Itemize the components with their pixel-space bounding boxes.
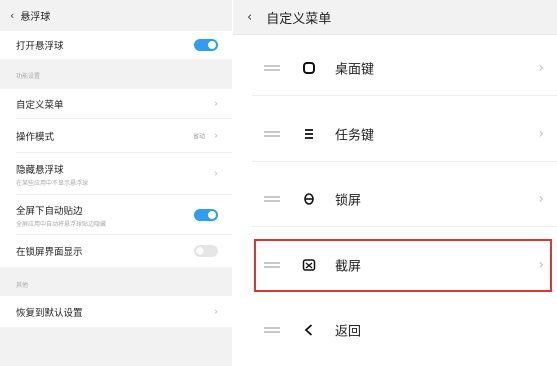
operation-mode-value: 省动	[192, 133, 205, 141]
open-floating-ball-row[interactable]: 打开悬浮球	[0, 31, 232, 59]
chevron-right-icon: ›	[538, 60, 544, 76]
home-rounded-square-icon	[301, 60, 317, 76]
divider	[252, 226, 557, 227]
hide-floating-ball-subtitle: 在某些应用中不显示悬浮球	[16, 179, 89, 187]
lock-icon	[301, 191, 317, 207]
right-header: ‹ 自定义菜单	[233, 0, 557, 35]
chevron-left-icon[interactable]: ‹	[247, 10, 252, 25]
custom-menu-panel: ‹ 自定义菜单 桌面键 › 任务键 › 锁屏 › 截屏 › 返回	[233, 0, 557, 366]
drag-handle-icon[interactable]	[264, 65, 280, 71]
open-floating-ball-toggle[interactable]	[194, 39, 218, 51]
toggle-knob	[208, 41, 216, 49]
toggle-knob	[208, 211, 216, 219]
section-label-other: 其他	[16, 282, 29, 289]
right-page-title: 自定义菜单	[266, 11, 332, 27]
hide-floating-ball-row[interactable]: 隐藏悬浮球 在某些应用中不显示悬浮球 ›	[0, 153, 232, 195]
divider	[252, 95, 557, 96]
back-arrow-icon	[301, 322, 317, 338]
auto-edge-toggle[interactable]	[194, 209, 218, 221]
auto-edge-text: 全屏下自动贴边 全屏应用中自动将悬浮球贴边隐藏	[16, 203, 106, 228]
auto-edge-row[interactable]: 全屏下自动贴边 全屏应用中自动将悬浮球贴边隐藏	[0, 195, 232, 235]
drag-handle-icon[interactable]	[264, 327, 280, 333]
menu-lines-icon	[301, 126, 317, 142]
chevron-right-icon: ›	[538, 126, 544, 142]
hide-floating-ball-label: 隐藏悬浮球	[16, 164, 64, 176]
menu-item-label: 任务键	[335, 128, 375, 144]
lockscreen-display-toggle[interactable]	[194, 245, 218, 257]
chevron-right-icon: ›	[214, 130, 218, 142]
chevron-right-icon: ›	[538, 191, 544, 207]
operation-mode-row[interactable]: 操作模式 省动 ›	[0, 119, 232, 153]
auto-edge-label: 全屏下自动贴边	[16, 205, 83, 217]
auto-edge-subtitle: 全屏应用中自动将悬浮球贴边隐藏	[16, 220, 107, 228]
screenshot-canvas: ‹ 悬浮球 打开悬浮球 功能设置 自定义菜单 › 操作模式 省动 › 隐藏悬浮球…	[0, 0, 557, 366]
menu-item-desktop-key[interactable]: 桌面键 ›	[233, 40, 557, 96]
chevron-left-icon[interactable]: ‹	[10, 9, 14, 22]
left-header: ‹ 悬浮球	[0, 0, 232, 31]
menu-item-task-key[interactable]: 任务键 ›	[233, 106, 557, 162]
divider	[252, 161, 557, 162]
menu-item-lock-screen[interactable]: 锁屏 ›	[233, 171, 557, 227]
reset-defaults-row[interactable]: 恢复到默认设置 ›	[0, 296, 232, 327]
open-floating-ball-label: 打开悬浮球	[16, 41, 64, 52]
left-page-title: 悬浮球	[20, 12, 51, 23]
hide-floating-ball-text: 隐藏悬浮球 在某些应用中不显示悬浮球	[16, 162, 88, 187]
chevron-right-icon: ›	[214, 98, 218, 110]
drag-handle-icon[interactable]	[264, 131, 280, 137]
menu-item-label: 返回	[335, 324, 362, 340]
lockscreen-display-row[interactable]: 在锁屏界面显示	[0, 235, 232, 267]
lockscreen-display-label: 在锁屏界面显示	[16, 247, 83, 258]
menu-item-label: 桌面键	[335, 62, 375, 78]
custom-menu-row[interactable]: 自定义菜单 ›	[0, 89, 232, 119]
floating-ball-settings-panel: ‹ 悬浮球 打开悬浮球 功能设置 自定义菜单 › 操作模式 省动 › 隐藏悬浮球…	[0, 0, 232, 366]
menu-item-label: 锁屏	[335, 193, 362, 209]
highlight-box	[254, 239, 552, 292]
drag-handle-icon[interactable]	[264, 196, 280, 202]
menu-item-back[interactable]: 返回	[233, 302, 557, 358]
chevron-right-icon: ›	[214, 306, 218, 317]
chevron-right-icon: ›	[214, 168, 218, 180]
operation-mode-label: 操作模式	[16, 132, 55, 143]
section-label-functions: 功能设置	[16, 73, 41, 80]
toggle-knob	[196, 247, 204, 255]
reset-defaults-label: 恢复到默认设置	[16, 307, 83, 319]
custom-menu-label: 自定义菜单	[16, 100, 64, 111]
